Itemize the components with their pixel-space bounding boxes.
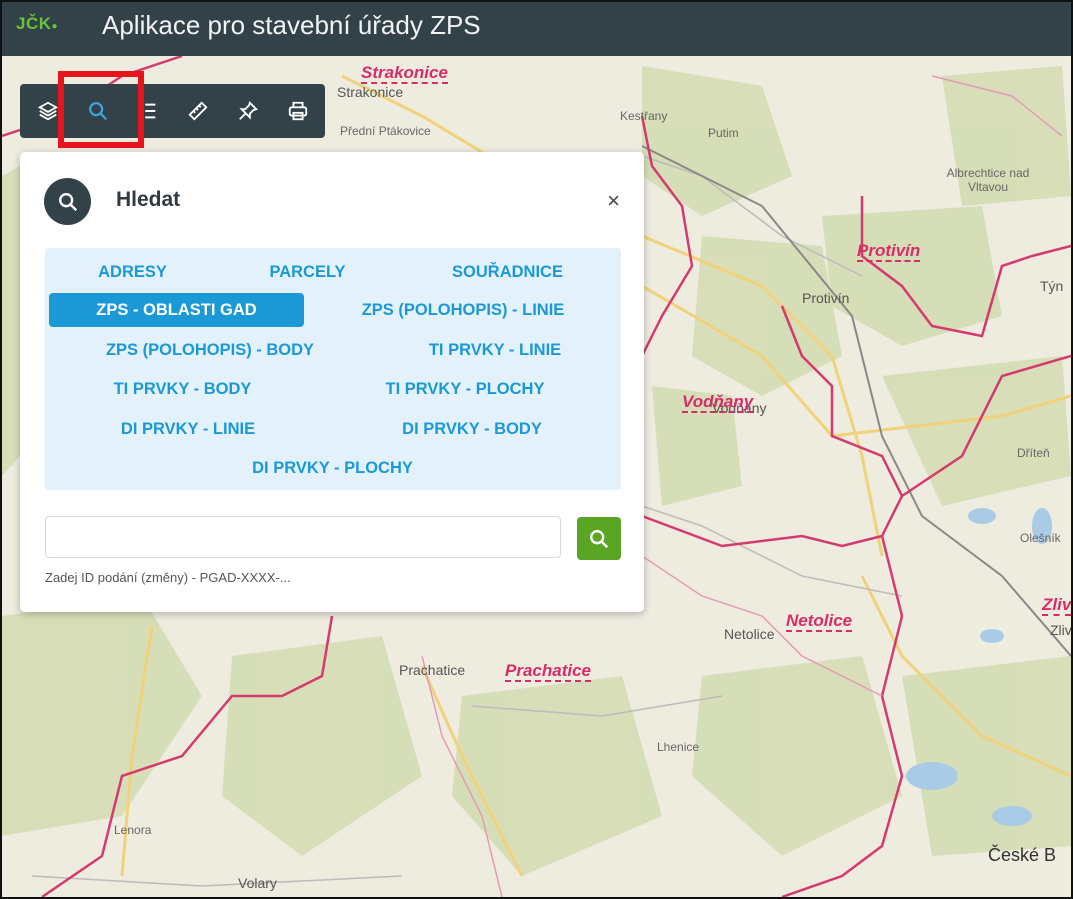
search-input[interactable] <box>45 516 561 558</box>
search-type-ti-prvky-plochy[interactable]: TI PRVKY - PLOCHY <box>365 372 565 406</box>
search-type-parcely[interactable]: PARCELY <box>245 255 370 289</box>
ruler-icon <box>188 101 208 121</box>
search-type-ti-prvky-body[interactable]: TI PRVKY - BODY <box>90 372 275 406</box>
layers-icon <box>37 101 59 121</box>
search-icon <box>89 102 108 121</box>
search-tool-button[interactable] <box>74 84 122 138</box>
app-header: JČK● Aplikace pro stavební úřady ZPS <box>2 2 1071 56</box>
map-place-label: Olešník <box>1020 531 1061 545</box>
map-place-label: Lhenice <box>657 740 700 754</box>
map-place-label: Prachatice <box>399 662 466 678</box>
print-icon <box>288 101 308 121</box>
map-place-label: Protivín <box>802 290 850 306</box>
brand-logo: JČK● <box>16 14 58 34</box>
map-place-label: Zliv <box>1050 622 1071 638</box>
map-place-label: Netolice <box>724 626 775 642</box>
map-place-label: Volary <box>238 875 277 891</box>
search-type-ti-prvky-linie[interactable]: TI PRVKY - LINIE <box>400 333 590 367</box>
app-title: Aplikace pro stavební úřady ZPS <box>102 10 481 40</box>
map-district-label: Zliv <box>1042 595 1071 616</box>
brand-text: JČK <box>16 14 52 33</box>
map-place-label: Lenora <box>114 823 152 837</box>
search-hint: Zadej ID podání (změny) - PGAD-XXXX-... <box>45 570 291 585</box>
search-icon <box>590 529 609 548</box>
search-icon <box>44 178 91 225</box>
pin-button[interactable] <box>224 84 272 138</box>
print-button[interactable] <box>274 84 322 138</box>
measure-button[interactable] <box>174 84 222 138</box>
map-district-label: Vodňany <box>682 392 754 413</box>
search-submit-button[interactable] <box>577 517 621 560</box>
map-place-label: Putim <box>708 126 739 140</box>
map-place-label: Týn <box>1040 278 1064 294</box>
search-type-souradnice[interactable]: SOUŘADNICE <box>425 255 590 289</box>
map-place-label: České B <box>988 845 1057 865</box>
search-type-di-prvky-body[interactable]: DI PRVKY - BODY <box>377 412 567 446</box>
map-place-label: Kestřany <box>620 109 668 123</box>
search-type-zps-oblasti-gad[interactable]: ZPS - OBLASTI GAD <box>49 293 304 327</box>
map-pin-icon: ● <box>51 21 59 32</box>
search-panel: Hledat × ADRESY PARCELY SOUŘADNICE ZPS -… <box>20 152 644 612</box>
map-place-label: Strakonice <box>337 84 404 100</box>
map-toolbar <box>20 84 325 138</box>
map-district-label: Netolice <box>786 611 853 632</box>
map-place-label: Albrechtice nad Vltavou <box>946 166 1030 194</box>
pin-icon <box>239 101 258 120</box>
panel-title: Hledat <box>116 188 181 211</box>
search-type-di-prvky-plochy[interactable]: DI PRVKY - PLOCHY <box>225 451 440 485</box>
search-type-zps-polohopis-linie[interactable]: ZPS (POLOHOPIS) - LINIE <box>328 293 598 327</box>
close-button[interactable]: × <box>607 188 620 214</box>
map-district-label: Prachatice <box>505 661 591 682</box>
search-type-adresy[interactable]: ADRESY <box>65 255 200 289</box>
map-district-label: Strakonice <box>361 63 448 84</box>
layers-button[interactable] <box>24 84 72 138</box>
list-button[interactable] <box>124 84 172 138</box>
search-type-di-prvky-linie[interactable]: DI PRVKY - LINIE <box>93 412 283 446</box>
search-type-zps-polohopis-body[interactable]: ZPS (POLOHOPIS) - BODY <box>65 333 355 367</box>
app-window: JČK● Aplikace pro stavební úřady ZPS Str… <box>0 0 1073 899</box>
map-place-label: Dříteň <box>1017 446 1050 460</box>
list-icon <box>140 103 156 119</box>
map-district-label: Protivín <box>857 241 921 262</box>
map-place-label: Přední Ptákovice <box>340 124 431 138</box>
search-type-list: ADRESY PARCELY SOUŘADNICE ZPS - OBLASTI … <box>45 248 621 490</box>
